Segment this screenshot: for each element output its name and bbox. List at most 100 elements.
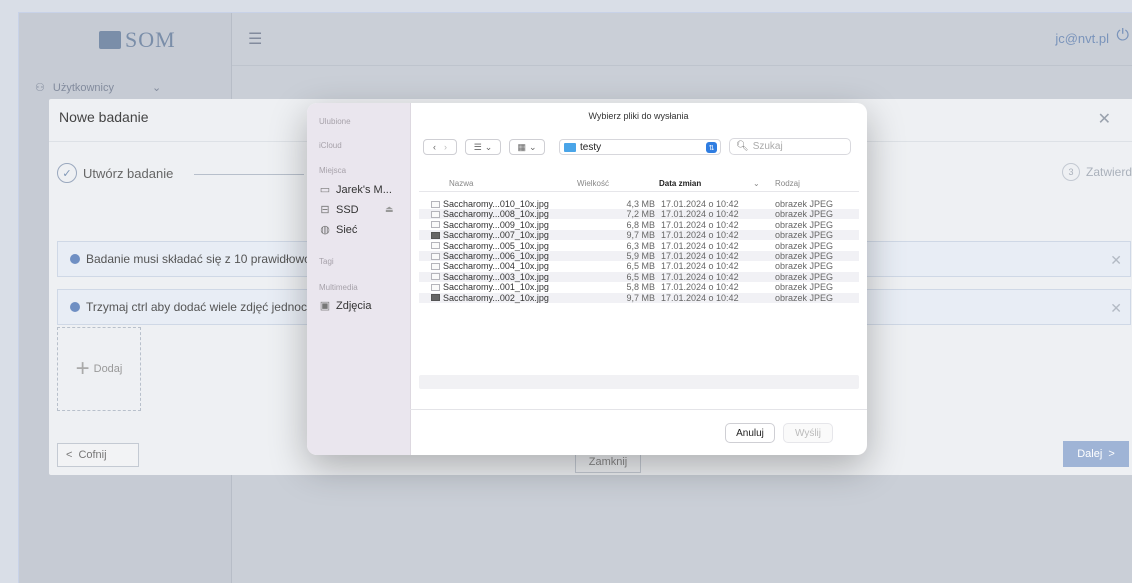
view-list-button[interactable]: ☰ ⌄: [465, 139, 501, 155]
sidebar-item-computer[interactable]: ▭ Jarek's M...: [319, 183, 392, 197]
file-kind: obrazek JPEG: [775, 209, 834, 220]
file-size: 9,7 MB: [626, 230, 655, 241]
sidebar-item-ssd[interactable]: ⊟ SSD: [319, 203, 358, 217]
file-row[interactable]: Saccharomy...006_10x.jpg 5,9 MB 17.01.2024…: [419, 251, 859, 261]
file-image-icon: [431, 283, 440, 291]
folder-name: testy: [580, 141, 602, 153]
file-kind: obrazek JPEG: [775, 282, 834, 293]
back-button[interactable]: < Cofnij: [57, 443, 139, 467]
file-image-icon: [431, 242, 440, 250]
file-date: 17.01.2024 o 10:42: [661, 261, 739, 272]
send-button[interactable]: Wyślij: [783, 423, 833, 443]
chevron-left-icon: <: [66, 449, 73, 461]
file-name: Saccharomy...010_10x.jpg: [443, 199, 549, 209]
file-date: 17.01.2024 o 10:42: [661, 199, 739, 209]
section-tags: Tagi: [319, 257, 334, 266]
sidebar-item-photos[interactable]: ▣ Zdjęcia: [319, 299, 372, 313]
file-name: Saccharomy...004_10x.jpg: [443, 261, 549, 272]
add-label: Dodaj: [93, 363, 123, 375]
file-name: Saccharomy...009_10x.jpg: [443, 219, 549, 230]
file-size: 6,5 MB: [626, 261, 655, 272]
sidebar-item-label: Jarek's M...: [336, 183, 392, 196]
column-size[interactable]: Wielkość: [577, 179, 609, 188]
file-name: Saccharomy...006_10x.jpg: [443, 251, 549, 261]
file-row[interactable]: Saccharomy...001_10x.jpg 5,8 MB 17.01.2024…: [419, 282, 859, 292]
file-name: Saccharomy...001_10x.jpg: [443, 282, 549, 293]
column-date[interactable]: Data zmian: [659, 179, 701, 188]
back-label: Cofnij: [78, 449, 107, 461]
cancel-button[interactable]: Anuluj: [725, 423, 775, 443]
check-icon: ✓: [57, 163, 77, 183]
file-kind: obrazek JPEG: [775, 271, 834, 282]
close-icon[interactable]: ✕: [1098, 109, 1111, 129]
divider: [419, 191, 859, 192]
section-media: Multimedia: [319, 283, 358, 292]
sidebar-item-network[interactable]: ◍ Sieć: [319, 223, 357, 237]
group-button[interactable]: ▦ ⌄: [509, 139, 545, 155]
chevron-left-icon: ‹: [433, 142, 436, 152]
folder-select[interactable]: testy ⇅: [559, 139, 721, 155]
file-image-icon: [431, 200, 440, 208]
file-row[interactable]: Saccharomy...005_10x.jpg 6,3 MB 17.01.2024…: [419, 241, 859, 251]
list-icon: ☰: [473, 141, 482, 152]
file-kind: obrazek JPEG: [775, 240, 834, 251]
globe-icon: ◍: [320, 224, 330, 236]
close-icon[interactable]: ✕: [1110, 252, 1122, 269]
file-row[interactable]: Saccharomy...002_10x.jpg 9,7 MB 17.01.2024…: [419, 292, 859, 303]
grid-icon: ▦: [517, 141, 526, 152]
file-name: Saccharomy...008_10x.jpg: [443, 209, 549, 220]
file-size: 4,3 MB: [626, 199, 655, 209]
file-date: 17.01.2024 o 10:42: [661, 292, 739, 303]
search-placeholder: Szukaj: [752, 141, 783, 152]
file-size: 6,5 MB: [626, 271, 655, 282]
options-bar: [419, 375, 859, 389]
info-text: Trzymaj ctrl aby dodać wiele zdjęć jedno…: [86, 300, 313, 314]
eject-icon[interactable]: ⏏: [385, 204, 394, 215]
file-name: Saccharomy...002_10x.jpg: [443, 292, 549, 303]
section-icloud: iCloud: [319, 141, 342, 150]
file-image-icon: [431, 210, 440, 218]
file-row[interactable]: Saccharomy...008_10x.jpg 7,2 MB 17.01.2024…: [419, 209, 859, 220]
file-row[interactable]: Saccharomy...010_10x.jpg 4,3 MB 17.01.2024…: [419, 199, 859, 209]
file-kind: obrazek JPEG: [775, 199, 834, 209]
step-number: 3: [1062, 163, 1080, 181]
file-size: 7,2 MB: [626, 209, 655, 220]
chevron-down-icon: ⌄: [528, 141, 537, 152]
next-label: Dalej: [1077, 448, 1103, 460]
file-size: 9,7 MB: [626, 292, 655, 303]
chevron-right-icon: >: [1108, 448, 1115, 460]
add-image-button[interactable]: + Dodaj: [57, 327, 141, 411]
close-icon[interactable]: ✕: [1110, 300, 1122, 317]
file-name: Saccharomy...005_10x.jpg: [443, 240, 549, 251]
file-size: 5,8 MB: [626, 282, 655, 293]
file-image-icon: [431, 262, 440, 270]
file-name: Saccharomy...003_10x.jpg: [443, 271, 549, 282]
file-row[interactable]: Saccharomy...004_10x.jpg 6,5 MB 17.01.2024…: [419, 261, 859, 271]
search-icon: 🔍︎: [736, 141, 749, 152]
file-row[interactable]: Saccharomy...003_10x.jpg 6,5 MB 17.01.2024…: [419, 271, 859, 282]
file-image-icon: [431, 252, 440, 260]
file-kind: obrazek JPEG: [775, 292, 834, 303]
next-button[interactable]: Dalej >: [1063, 441, 1129, 467]
column-name[interactable]: Nazwa: [449, 179, 473, 188]
dialog-toolbar: ‹ › ☰ ⌄ ▦ ⌄: [423, 139, 545, 155]
column-kind[interactable]: Rodzaj: [775, 179, 800, 188]
file-row[interactable]: Saccharomy...009_10x.jpg 6,8 MB 17.01.2024…: [419, 220, 859, 230]
file-name: Saccharomy...007_10x.jpg: [443, 230, 549, 241]
file-image-icon: [431, 231, 440, 239]
sort-chevron-icon: ⌄: [753, 179, 760, 188]
nav-back-forward[interactable]: ‹ ›: [423, 139, 457, 155]
file-kind: obrazek JPEG: [775, 261, 834, 272]
file-date: 17.01.2024 o 10:42: [661, 240, 739, 251]
info-icon: [70, 254, 80, 264]
file-size: 6,3 MB: [626, 240, 655, 251]
file-size: 5,9 MB: [626, 251, 655, 261]
laptop-icon: ▭: [319, 184, 331, 196]
file-date: 17.01.2024 o 10:42: [661, 271, 739, 282]
search-field[interactable]: 🔍︎ Szukaj: [729, 138, 851, 155]
chevron-right-icon: ›: [444, 142, 447, 152]
info-icon: [70, 302, 80, 312]
step-confirm: 3 Zatwierdź: [1062, 163, 1132, 181]
drive-icon: ⊟: [320, 204, 330, 216]
file-row[interactable]: Saccharomy...007_10x.jpg 9,7 MB 17.01.2024…: [419, 230, 859, 241]
